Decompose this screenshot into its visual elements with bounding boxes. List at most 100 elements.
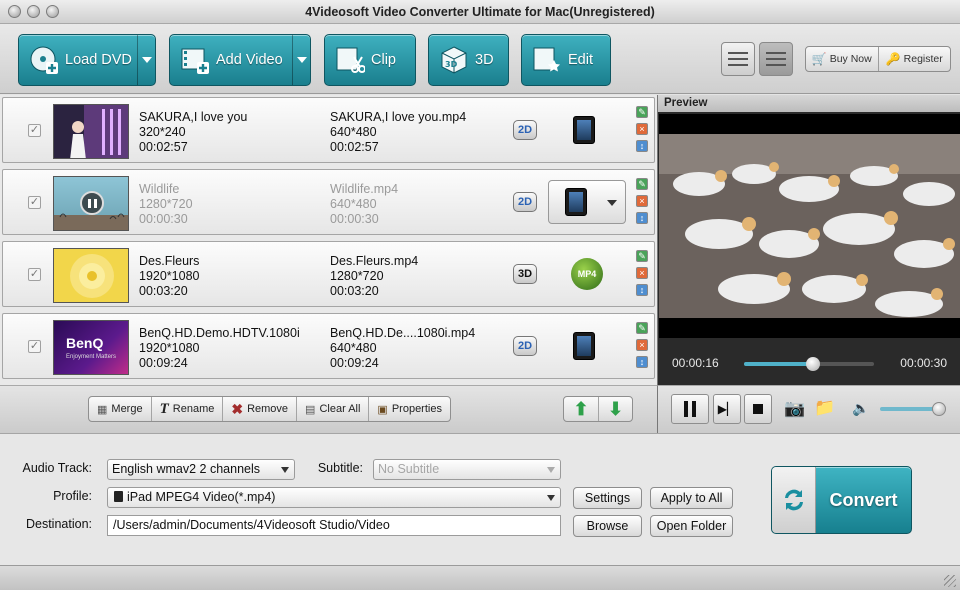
- clip-button[interactable]: Clip: [324, 34, 416, 86]
- info-row-icon[interactable]: ↕: [636, 212, 648, 224]
- mode-badge[interactable]: 2D: [513, 192, 537, 212]
- video-frame[interactable]: [659, 114, 960, 338]
- total-duration: 00:00:30: [900, 356, 947, 370]
- move-down-icon[interactable]: ⬇: [598, 397, 632, 421]
- 3d-button[interactable]: 3D 3D: [428, 34, 509, 86]
- folder-icon[interactable]: 📁: [814, 398, 835, 418]
- browse-button[interactable]: Browse: [573, 515, 642, 537]
- load-dvd-dropdown[interactable]: [137, 35, 155, 85]
- settings-button[interactable]: Settings: [573, 487, 642, 509]
- output-info: Wildlife.mp4 640*480 00:00:30: [330, 182, 500, 227]
- remove-row-icon[interactable]: ×: [636, 195, 648, 207]
- list-action-group: ▦ Merge T Rename ✖ Remove ▤ Clear All ▣ Prope…: [88, 396, 451, 422]
- edit-row-icon[interactable]: ✎: [636, 106, 648, 118]
- apply-to-all-button[interactable]: Apply to All: [650, 487, 733, 509]
- volume-knob[interactable]: [931, 402, 946, 416]
- info-row-icon[interactable]: ↕: [636, 356, 648, 368]
- open-folder-button[interactable]: Open Folder: [650, 515, 733, 537]
- benq-slogan-text: Enjoyment Matters: [66, 354, 117, 360]
- purchase-group: 🛒 Buy Now 🔑 Register: [805, 46, 951, 72]
- profile-device-icon: [114, 491, 123, 502]
- output-name[interactable]: Des.Fleurs.mp4: [330, 254, 500, 269]
- destination-field[interactable]: /Users/admin/Documents/4Videosoft Studio…: [107, 515, 561, 536]
- camera-icon[interactable]: 📷: [784, 399, 805, 419]
- edit-row-icon[interactable]: ✎: [636, 178, 648, 190]
- title-bar: 4Videosoft Video Converter Ultimate for …: [0, 0, 960, 24]
- source-resolution: 320*240: [139, 125, 186, 139]
- file-checkbox[interactable]: ✓: [28, 196, 41, 209]
- speaker-icon[interactable]: 🔈: [852, 400, 869, 417]
- dvd-plus-icon: [29, 45, 59, 75]
- subtitle-label: Subtitle:: [317, 461, 363, 475]
- remove-row-icon[interactable]: ×: [636, 123, 648, 135]
- merge-button[interactable]: ▦ Merge: [89, 397, 151, 421]
- volume-slider[interactable]: [880, 402, 946, 416]
- load-dvd-button[interactable]: Load DVD: [18, 34, 156, 86]
- add-video-label: Add Video: [216, 52, 283, 68]
- properties-button[interactable]: ▣ Properties: [368, 397, 450, 421]
- file-row[interactable]: ✓ SAKURA,I love you 320*240 00:02:57 SAK…: [2, 97, 655, 163]
- source-duration: 00:02:57: [139, 140, 188, 154]
- file-row[interactable]: ✓ Des.Fleurs 1920*1080 00:03:20 Des.Fleu…: [2, 241, 655, 307]
- mode-badge[interactable]: 2D: [513, 120, 537, 140]
- rename-button[interactable]: T Rename: [150, 397, 223, 421]
- mode-badge[interactable]: 3D: [513, 264, 537, 284]
- file-checkbox[interactable]: ✓: [28, 268, 41, 281]
- info-row-icon[interactable]: ↕: [636, 284, 648, 296]
- device-profile[interactable]: MP4: [571, 258, 603, 290]
- pause-overlay-icon[interactable]: [80, 191, 104, 215]
- device-profile-select[interactable]: [548, 180, 626, 224]
- output-name[interactable]: Wildlife.mp4: [330, 182, 500, 197]
- video-thumbnail[interactable]: [53, 248, 129, 303]
- video-thumbnail[interactable]: [53, 104, 129, 159]
- file-row[interactable]: ✓ BenQ Enjoyment Matters BenQ.HD.Demo.HD…: [2, 313, 655, 379]
- remove-row-icon[interactable]: ×: [636, 339, 648, 351]
- device-profile[interactable]: [573, 116, 599, 146]
- seek-slider[interactable]: [744, 357, 874, 371]
- add-video-button[interactable]: Add Video: [169, 34, 311, 86]
- next-frame-button[interactable]: ▶▏: [713, 394, 741, 424]
- edit-row-icon[interactable]: ✎: [636, 250, 648, 262]
- device-profile[interactable]: [573, 332, 599, 362]
- source-duration: 00:03:20: [139, 284, 188, 298]
- convert-button[interactable]: Convert: [771, 466, 912, 534]
- file-checkbox[interactable]: ✓: [28, 340, 41, 353]
- output-name[interactable]: SAKURA,I love you.mp4: [330, 110, 500, 125]
- row-actions: ✎ × ↕: [636, 106, 648, 157]
- app-window: 4Videosoft Video Converter Ultimate for …: [0, 0, 960, 590]
- subtitle-select[interactable]: No Subtitle: [373, 459, 561, 480]
- ipad-icon: [565, 188, 587, 216]
- reorder-group: ⬆ ⬇: [563, 396, 633, 422]
- resize-grip-icon[interactable]: [944, 575, 956, 587]
- clear-all-button[interactable]: ▤ Clear All: [296, 397, 368, 421]
- source-info: Wildlife 1280*720 00:00:30: [139, 182, 319, 227]
- add-video-dropdown[interactable]: [292, 35, 310, 85]
- preview-label: Preview: [658, 95, 960, 112]
- output-name[interactable]: BenQ.HD.De....1080i.mp4: [330, 326, 500, 341]
- info-row-icon[interactable]: ↕: [636, 140, 648, 152]
- pause-button[interactable]: [671, 394, 709, 424]
- edit-row-icon[interactable]: ✎: [636, 322, 648, 334]
- register-button[interactable]: 🔑 Register: [877, 47, 951, 71]
- edit-button[interactable]: Edit: [521, 34, 611, 86]
- move-up-icon[interactable]: ⬆: [564, 397, 598, 421]
- remove-icon: ✖: [231, 400, 244, 417]
- stop-button[interactable]: [744, 394, 772, 424]
- video-thumbnail[interactable]: BenQ Enjoyment Matters: [53, 320, 129, 375]
- file-checkbox[interactable]: ✓: [28, 124, 41, 137]
- remove-row-icon[interactable]: ×: [636, 267, 648, 279]
- profile-select[interactable]: iPad MPEG4 Video(*.mp4): [107, 487, 561, 508]
- list-view-button[interactable]: [759, 42, 793, 76]
- output-resolution: 640*480: [330, 125, 377, 139]
- output-duration: 00:09:24: [330, 356, 379, 370]
- chevron-down-icon: [141, 57, 152, 63]
- mode-badge[interactable]: 2D: [513, 336, 537, 356]
- audio-track-select[interactable]: English wmav2 2 channels: [107, 459, 295, 480]
- buy-now-button[interactable]: 🛒 Buy Now: [806, 47, 878, 71]
- seek-knob[interactable]: [806, 357, 821, 371]
- status-bar: [0, 565, 960, 590]
- file-row[interactable]: ✓ Wildlife 1280*720 00:00:30 Wildlife.mp…: [2, 169, 655, 235]
- remove-button[interactable]: ✖ Remove: [222, 397, 296, 421]
- detail-view-button[interactable]: [721, 42, 755, 76]
- rename-label: Rename: [172, 403, 215, 415]
